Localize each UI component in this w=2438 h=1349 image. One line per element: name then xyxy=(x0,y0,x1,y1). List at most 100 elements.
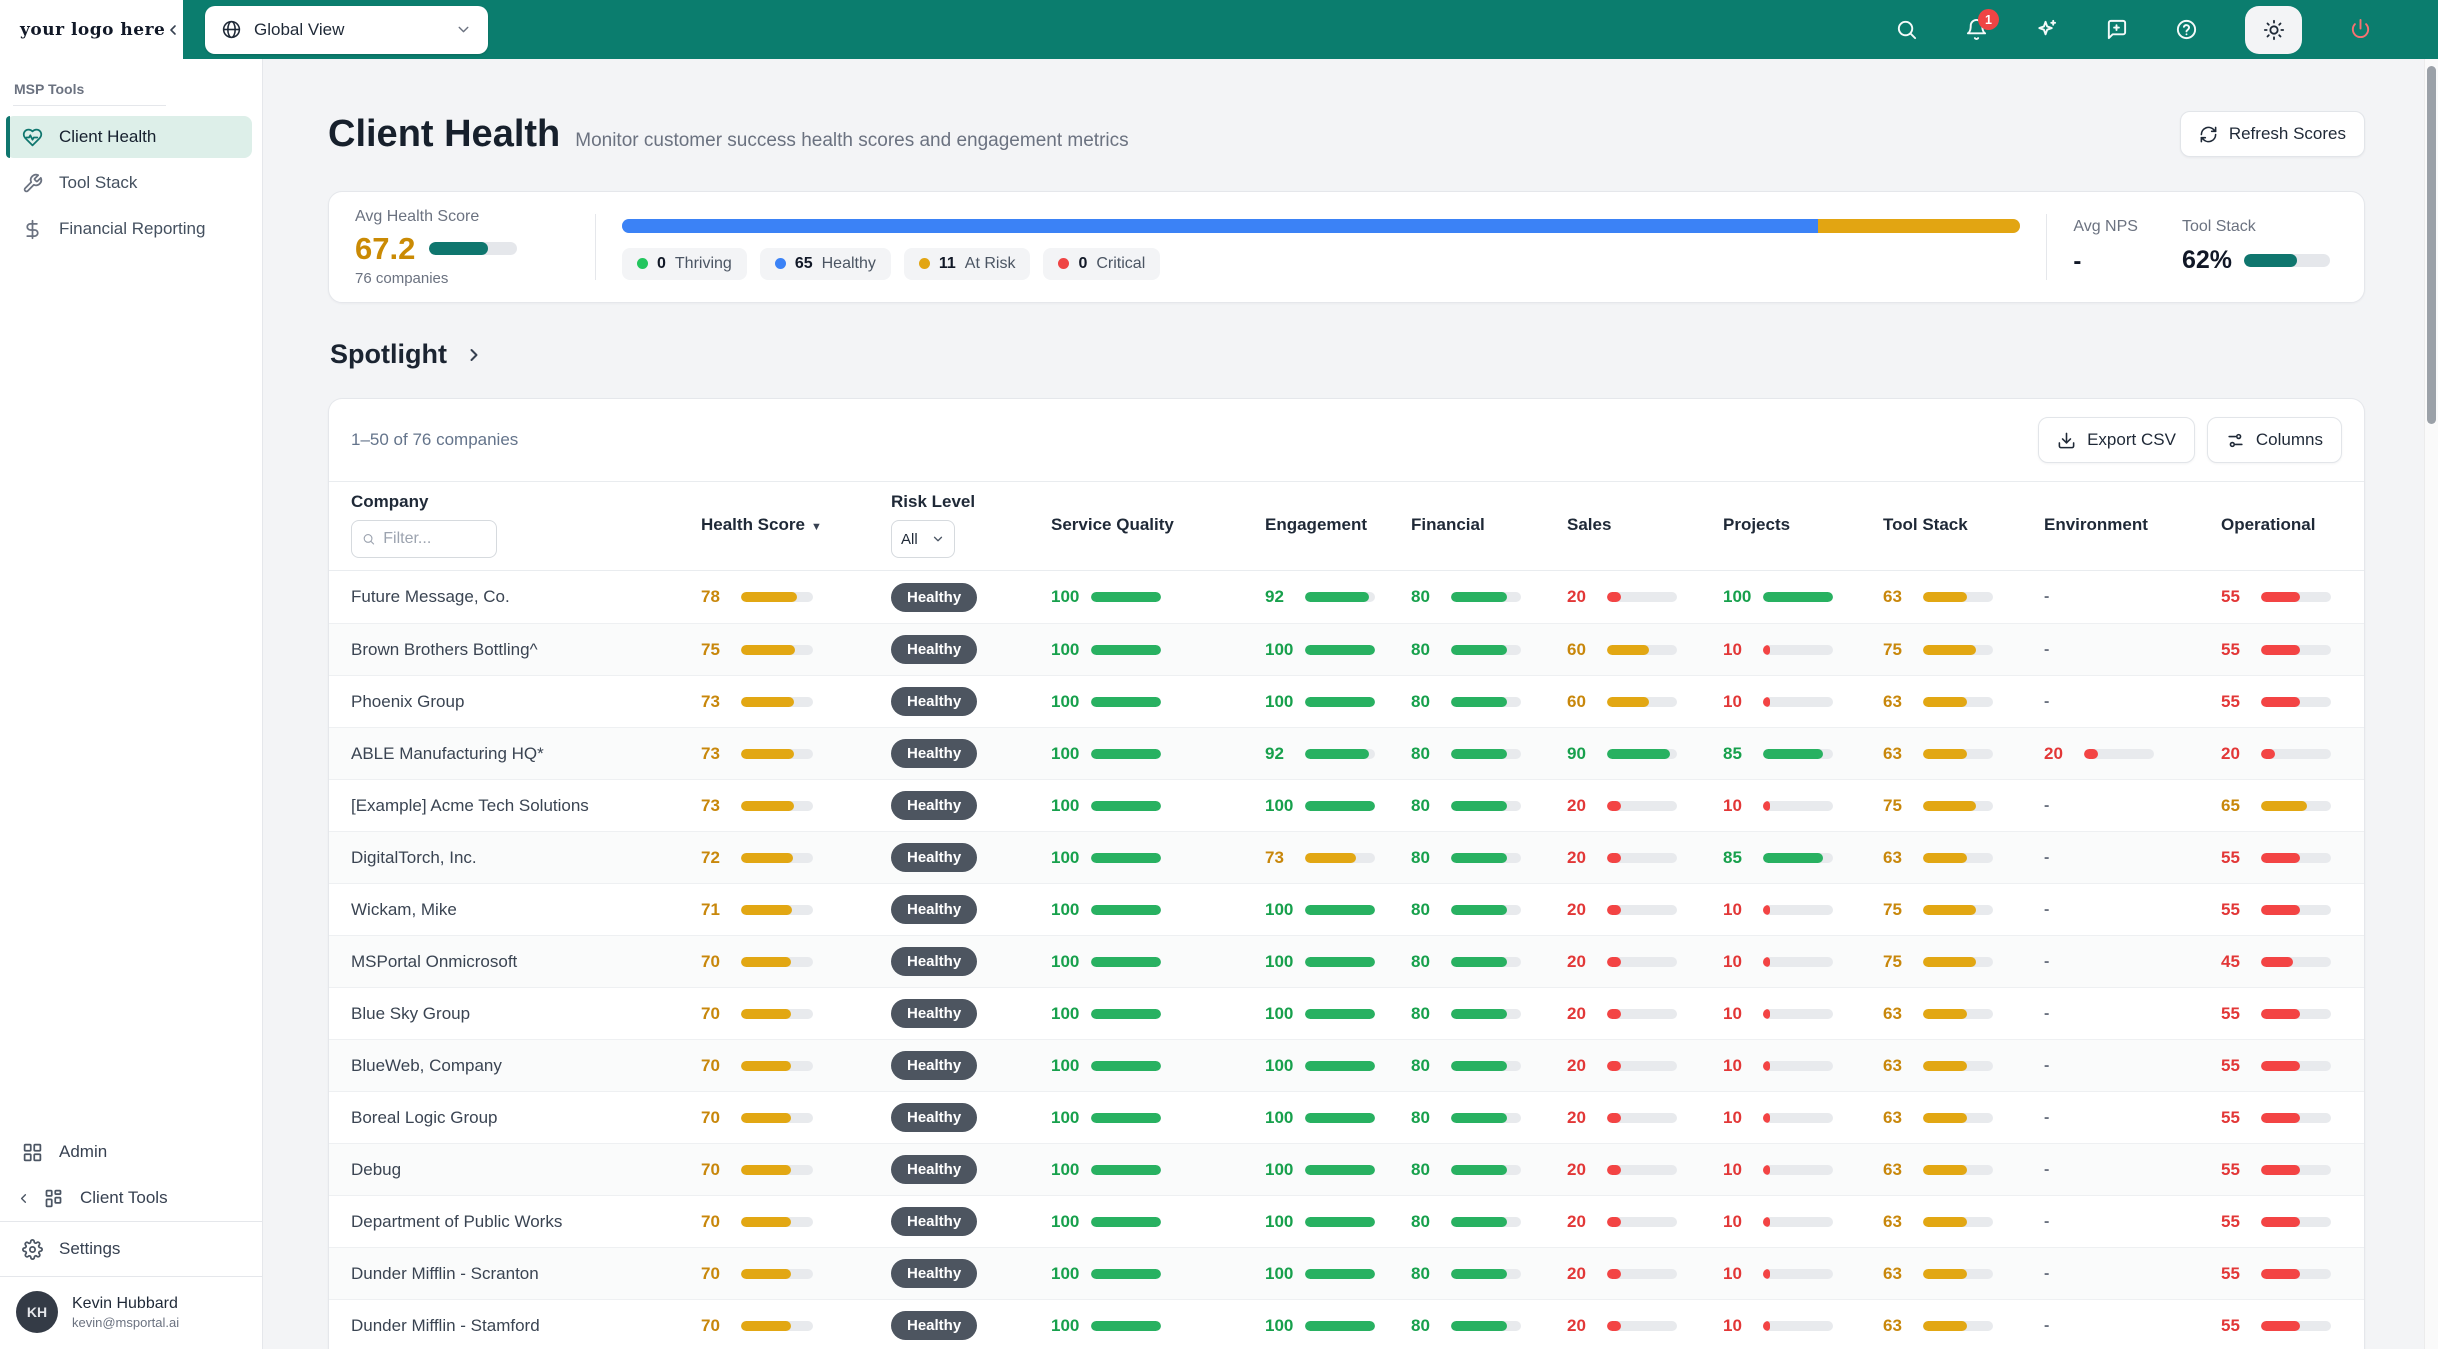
search-icon[interactable] xyxy=(1895,18,1918,41)
sidebar-item-tool-stack[interactable]: Tool Stack xyxy=(6,162,252,204)
globe-icon xyxy=(221,19,242,40)
metric-value: 100 xyxy=(1265,796,1298,816)
column-header-sales[interactable]: Sales xyxy=(1567,515,1723,535)
refresh-scores-button[interactable]: Refresh Scores xyxy=(2180,111,2365,157)
metric-value: 100 xyxy=(1265,692,1298,712)
column-header-financial[interactable]: Financial xyxy=(1411,515,1567,535)
sidebar-item-settings[interactable]: Settings xyxy=(0,1222,262,1276)
environment-cell: - xyxy=(2044,641,2221,659)
table-row[interactable]: BlueWeb, Company 70 Healthy 100 100 80 2… xyxy=(329,1039,2364,1091)
column-header-tool-stack[interactable]: Tool Stack xyxy=(1883,515,2044,535)
chevron-down-icon xyxy=(455,21,472,38)
table-row[interactable]: DigitalTorch, Inc. 72 Healthy 100 73 80 … xyxy=(329,831,2364,883)
metric-value: 10 xyxy=(1723,1004,1756,1024)
sidebar-item-admin[interactable]: Admin xyxy=(0,1129,262,1175)
column-header-operational[interactable]: Operational xyxy=(2221,515,2342,535)
sidebar-item-financial-reporting[interactable]: Financial Reporting xyxy=(6,208,252,250)
table-row[interactable]: ABLE Manufacturing HQ* 73 Healthy 100 92… xyxy=(329,727,2364,779)
table-row[interactable]: Future Message, Co. 78 Healthy 100 92 80… xyxy=(329,571,2364,623)
column-header-health-score[interactable]: Health Score▼ xyxy=(701,515,891,535)
feedback-message-icon[interactable] xyxy=(2105,18,2128,41)
notifications-bell-icon[interactable]: 1 xyxy=(1965,18,1988,41)
column-header-engagement[interactable]: Engagement xyxy=(1265,515,1411,535)
health-stats-card: Avg Health Score 67.2 76 companies 0Thri… xyxy=(328,191,2365,303)
logout-power-icon[interactable] xyxy=(2349,18,2372,41)
columns-button[interactable]: Columns xyxy=(2207,417,2342,463)
sidebar-item-client-tools[interactable]: Client Tools xyxy=(0,1175,262,1221)
scrollbar-thumb[interactable] xyxy=(2427,66,2436,424)
table-row[interactable]: Phoenix Group 73 Healthy 100 100 80 60 1… xyxy=(329,675,2364,727)
metric-bar xyxy=(1091,1165,1161,1175)
column-header-environment[interactable]: Environment xyxy=(2044,515,2221,535)
risk-badge: Healthy xyxy=(891,1155,977,1184)
empty-value: - xyxy=(2044,849,2049,867)
metric-value: 10 xyxy=(1723,900,1756,920)
metric-value: 63 xyxy=(1883,692,1916,712)
empty-value: - xyxy=(2044,1265,2049,1283)
sidebar-item-client-health[interactable]: Client Health xyxy=(6,116,252,158)
metric-bar xyxy=(1305,801,1375,811)
risk-level-cell: Healthy xyxy=(891,1155,1051,1184)
financial-cell: 80 xyxy=(1411,1160,1567,1180)
legend-chip-at-risk[interactable]: 11At Risk xyxy=(904,248,1031,280)
table-row[interactable]: MSPortal Onmicrosoft 70 Healthy 100 100 … xyxy=(329,935,2364,987)
metric-bar xyxy=(2261,957,2331,967)
metric-value: 60 xyxy=(1567,640,1600,660)
table-row[interactable]: Department of Public Works 70 Healthy 10… xyxy=(329,1195,2364,1247)
environment-cell: 20 xyxy=(2044,744,2221,764)
table-row[interactable]: [Example] Acme Tech Solutions 73 Healthy… xyxy=(329,779,2364,831)
ai-sparkles-icon[interactable] xyxy=(2035,18,2058,41)
metric-value: 20 xyxy=(2044,744,2077,764)
table-row[interactable]: Brown Brothers Bottling^ 75 Healthy 100 … xyxy=(329,623,2364,675)
metric-bar xyxy=(2261,905,2331,915)
user-email: kevin@msportal.ai xyxy=(72,1315,179,1330)
metric-bar xyxy=(1923,1061,1993,1071)
legend-chip-healthy[interactable]: 65Healthy xyxy=(760,248,891,280)
metric-bar xyxy=(1305,1113,1375,1123)
sales-cell: 20 xyxy=(1567,848,1723,868)
engagement-cell: 100 xyxy=(1265,1108,1411,1128)
financial-cell: 80 xyxy=(1411,848,1567,868)
metric-bar xyxy=(741,1061,813,1071)
metric-value: 10 xyxy=(1723,796,1756,816)
table-row[interactable]: Blue Sky Group 70 Healthy 100 100 80 20 … xyxy=(329,987,2364,1039)
column-header-projects[interactable]: Projects xyxy=(1723,515,1883,535)
service-quality-cell: 100 xyxy=(1051,848,1265,868)
refresh-scores-label: Refresh Scores xyxy=(2229,124,2346,144)
column-header-service-quality[interactable]: Service Quality xyxy=(1051,515,1265,535)
empty-value: - xyxy=(2044,1057,2049,1075)
metric-bar xyxy=(1305,1217,1375,1227)
refresh-icon xyxy=(2199,125,2218,144)
metric-value: 100 xyxy=(1051,587,1084,607)
projects-cell: 10 xyxy=(1723,1108,1883,1128)
table-row[interactable]: Dunder Mifflin - Scranton 70 Healthy 100… xyxy=(329,1247,2364,1299)
legend-chip-thriving[interactable]: 0Thriving xyxy=(622,248,747,280)
table-row[interactable]: Debug 70 Healthy 100 100 80 20 10 63 - 5… xyxy=(329,1143,2364,1195)
projects-cell: 10 xyxy=(1723,796,1883,816)
spotlight-section-toggle[interactable]: Spotlight xyxy=(330,339,2365,370)
divider xyxy=(595,214,596,280)
metric-value: 80 xyxy=(1411,1056,1444,1076)
metric-value: 70 xyxy=(701,952,734,972)
company-filter-input[interactable] xyxy=(351,520,497,558)
metric-bar xyxy=(1923,1217,1993,1227)
table-row[interactable]: Dunder Mifflin - Stamford 70 Healthy 100… xyxy=(329,1299,2364,1349)
page-scrollbar[interactable] xyxy=(2424,59,2438,1349)
health-score-cell: 70 xyxy=(701,1264,891,1284)
sidebar-collapse-icon[interactable] xyxy=(165,22,181,38)
help-icon[interactable] xyxy=(2175,18,2198,41)
engagement-cell: 100 xyxy=(1265,640,1411,660)
metric-bar xyxy=(1607,1061,1677,1071)
metric-bar xyxy=(1923,905,1993,915)
metric-value: 63 xyxy=(1883,1212,1916,1232)
table-row[interactable]: Boreal Logic Group 70 Healthy 100 100 80… xyxy=(329,1091,2364,1143)
table-row[interactable]: Wickam, Mike 71 Healthy 100 100 80 20 10… xyxy=(329,883,2364,935)
metric-value: 80 xyxy=(1411,796,1444,816)
risk-level-filter-select[interactable]: All xyxy=(891,520,955,558)
legend-chip-critical[interactable]: 0Critical xyxy=(1043,248,1160,280)
sidebar-item-label: Financial Reporting xyxy=(59,219,205,239)
global-view-selector[interactable]: Global View xyxy=(205,6,488,54)
theme-toggle-button[interactable] xyxy=(2245,6,2302,54)
user-profile[interactable]: KH Kevin Hubbard kevin@msportal.ai xyxy=(0,1277,262,1349)
export-csv-button[interactable]: Export CSV xyxy=(2038,417,2195,463)
